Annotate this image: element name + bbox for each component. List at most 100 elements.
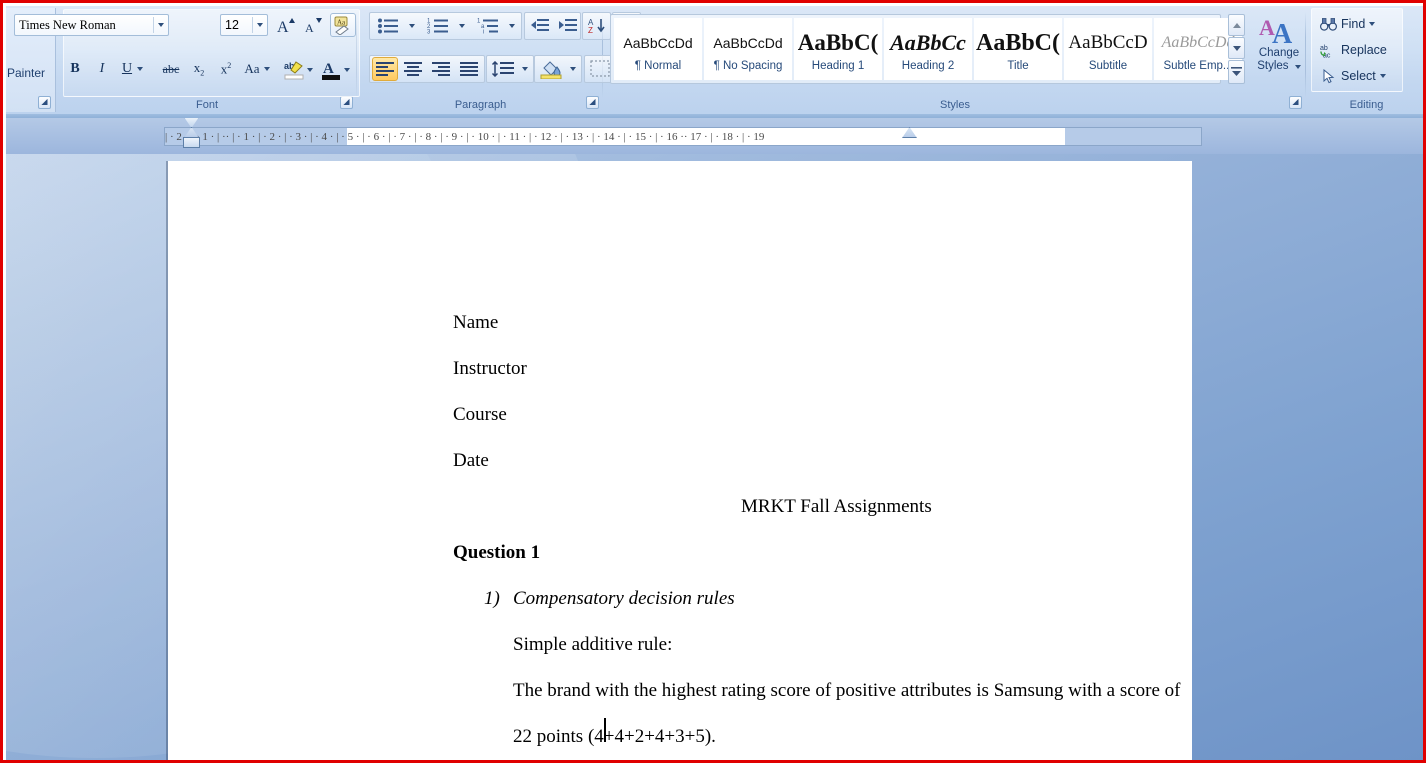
justify-button[interactable] [456,57,482,81]
decrease-indent-icon [531,19,549,31]
text-highlight-color-button[interactable]: ab [282,57,314,83]
multilevel-list-button[interactable]: 1 a i [472,14,504,38]
line-spacing-button[interactable] [488,57,518,81]
doc-paragraph-1-line-2: 22 points (4+4+2+4+3+5). [513,726,716,747]
chevron-down-icon[interactable] [137,67,144,71]
change-case-button[interactable]: Aa [240,57,274,81]
shading-button[interactable] [536,57,566,81]
multilevel-list-dropdown[interactable] [504,14,519,38]
increase-indent-button[interactable] [554,14,580,38]
grow-font-button[interactable]: A [274,13,299,37]
select-button[interactable]: Select [1315,64,1399,88]
horizontal-ruler[interactable]: | · 2 · | · 1 · | · · | · 1 · | · 2 · | … [164,127,1202,146]
italic-icon: I [99,61,105,76]
font-color-icon: A [322,61,340,80]
style-card-no-spacing[interactable]: AaBbCcDd ¶ No Spacing [704,18,792,80]
clipboard-dialog-launcher[interactable] [38,96,51,109]
style-name: Title [1007,60,1029,72]
format-painter-button[interactable]: Painter [7,66,45,80]
find-button[interactable]: Find [1315,12,1399,36]
numbering-button[interactable]: 1 2 3 [422,14,454,38]
chevron-down-icon[interactable] [1369,22,1376,26]
font-name-combobox[interactable]: Times New Roman [14,14,169,36]
shading-dropdown[interactable] [566,57,580,81]
bullets-dropdown[interactable] [404,14,419,38]
chevron-down-icon[interactable] [344,68,350,72]
editing-group-label: Editing [1349,99,1384,111]
replace-icon: ab ac [1318,43,1338,58]
doc-list-item-1: Compensatory decision rules [513,588,735,609]
change-styles-button[interactable]: A A Change Styles [1250,12,1308,90]
shrink-font-button[interactable]: A [301,13,326,37]
styles-scroll-up-button[interactable] [1228,14,1245,36]
italic-button[interactable]: I [90,57,114,81]
svg-text:A: A [305,21,314,35]
align-center-button[interactable] [400,57,426,81]
chevron-down-icon[interactable] [1294,65,1301,69]
document-page[interactable]: Name Instructor Course Date MRKT Fall As… [168,161,1192,760]
shrink-font-icon: A [305,18,322,35]
styles-dialog-launcher[interactable] [1289,96,1302,109]
grow-font-icon: A [277,18,295,35]
align-left-button[interactable] [372,57,398,81]
ruler-ticks: | · 2 · | · 1 · | · · | · 1 · | · 2 · | … [165,128,1201,145]
change-styles-icon: A A [1259,13,1299,47]
doc-title: MRKT Fall Assignments [741,496,932,517]
styles-gallery[interactable]: AaBbCcDd ¶ Normal AaBbCcDd ¶ No Spacing … [610,14,1242,84]
select-label: Select [1341,69,1376,83]
doc-line-instructor: Instructor [453,358,527,379]
style-preview: AaBbCcDd [713,35,783,51]
bold-button[interactable]: B [63,57,87,81]
style-card-title[interactable]: AaBbC( Title [974,18,1062,80]
svg-text:A: A [277,19,289,35]
style-card-heading-1[interactable]: AaBbC( Heading 1 [794,18,882,80]
left-indent-marker[interactable] [183,137,200,148]
align-right-icon [432,62,450,76]
chevron-down-icon[interactable] [253,15,267,35]
screenshot-frame: Painter Font Times New Roman 12 A [0,0,1426,763]
superscript-button[interactable]: x2 [213,57,239,81]
styles-more-button[interactable] [1228,60,1245,84]
replace-button[interactable]: ab ac Replace [1315,38,1399,62]
change-styles-label: Change Styles [1257,47,1301,73]
justify-icon [460,62,478,76]
font-size-combobox[interactable]: 12 [220,14,268,36]
chevron-down-icon [508,24,515,28]
paragraph-dialog-launcher[interactable] [586,96,599,109]
doc-line-date: Date [453,450,489,471]
change-styles-label-line2: Styles [1257,60,1289,72]
document-text[interactable]: Name Instructor Course Date MRKT Fall As… [168,161,1192,760]
style-card-heading-2[interactable]: AaBbCc Heading 2 [884,18,972,80]
svg-text:3: 3 [427,30,431,36]
chevron-down-icon[interactable] [154,15,168,35]
paragraph-group-label: Paragraph [454,99,507,111]
clear-formatting-button[interactable]: Aa [330,13,356,37]
font-dialog-launcher[interactable] [340,96,353,109]
chevron-up-icon [1232,22,1241,28]
numbering-icon: 1 2 3 [427,19,448,36]
style-card-normal[interactable]: AaBbCcDd ¶ Normal [614,18,702,80]
line-spacing-dropdown[interactable] [518,57,532,81]
style-preview: AaBbCcD [1068,32,1148,53]
chevron-down-icon[interactable] [263,67,270,71]
bullets-button[interactable] [372,14,404,38]
replace-label: Replace [1341,43,1387,57]
numbering-dropdown[interactable] [454,14,469,38]
font-color-button[interactable]: A [318,57,352,83]
decrease-indent-button[interactable] [526,14,552,38]
change-case-icon: Aa [244,61,260,76]
chevron-down-icon[interactable] [307,68,313,72]
styles-gallery-scrollbar[interactable] [1228,14,1245,84]
chevron-down-icon[interactable] [1379,74,1386,78]
strikethrough-button[interactable]: abc [158,57,184,81]
underline-button[interactable]: U [117,57,148,81]
styles-scroll-down-button[interactable] [1228,37,1245,59]
style-card-subtitle[interactable]: AaBbCcD Subtitle [1064,18,1152,80]
style-name: ¶ Normal [634,60,682,72]
doc-heading-question-1: Question 1 [453,542,541,563]
style-preview: AaBbC( [975,29,1060,56]
style-preview: AaBbCcDd [623,35,693,51]
subscript-button[interactable]: x2 [186,57,212,81]
bullets-icon [378,18,398,34]
align-right-button[interactable] [428,57,454,81]
